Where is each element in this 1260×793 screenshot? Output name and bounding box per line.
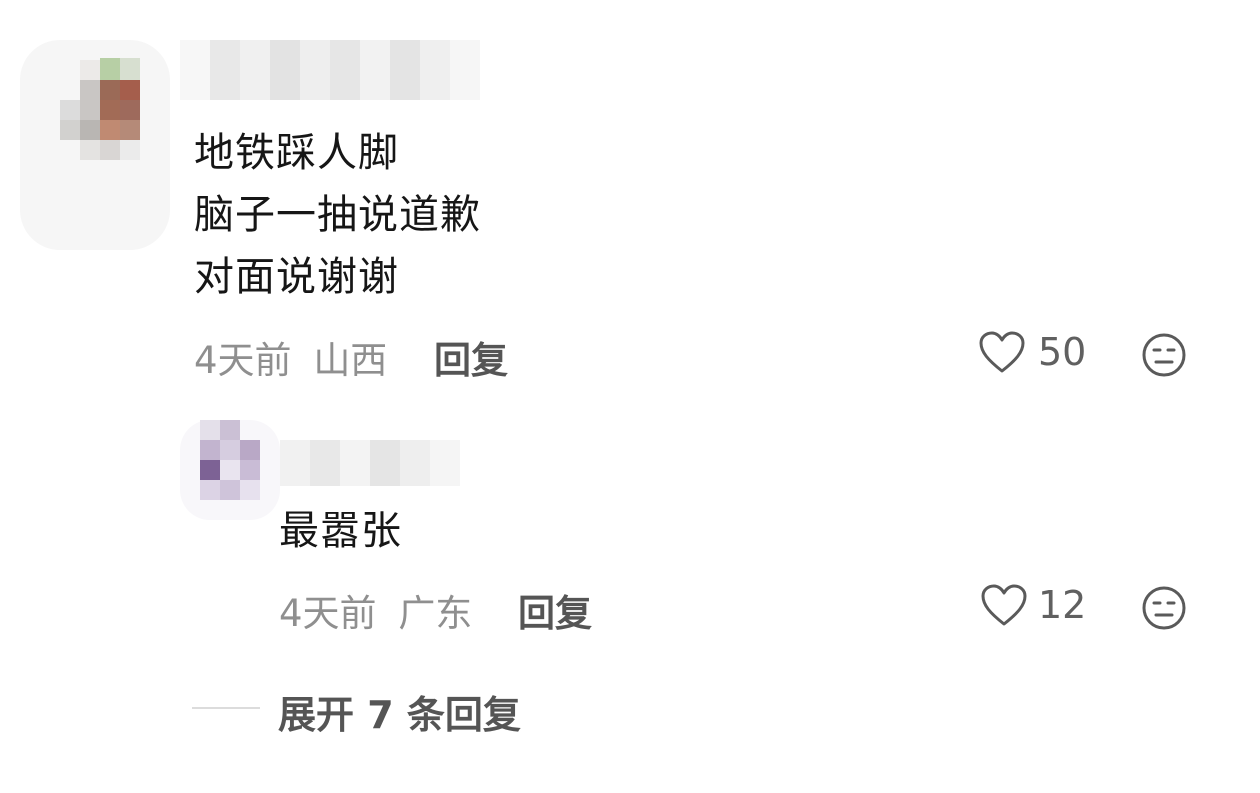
reply-like-button[interactable]: 12: [980, 583, 1086, 627]
expand-divider: [192, 707, 260, 709]
reply-location: 广东: [398, 592, 473, 635]
reply-time: 4天前: [279, 592, 377, 635]
expand-replies-label[interactable]: 展开 7 条回复: [278, 684, 521, 739]
reply-dislike-button[interactable]: [1140, 584, 1188, 632]
comment-location: 山西: [313, 339, 388, 382]
reply-button[interactable]: 回复: [434, 330, 508, 384]
comment-line: 地铁踩人脚: [194, 130, 399, 176]
reply-like-count: 12: [1038, 583, 1087, 627]
comment-body: 地铁踩人脚 脑子一抽说道歉 对面说谢谢: [194, 122, 481, 308]
meh-face-icon: [1142, 586, 1186, 630]
comment-line: 脑子一抽说道歉: [194, 192, 481, 238]
heart-outline-icon: [981, 584, 1027, 626]
like-count: 50: [1038, 330, 1087, 374]
comment-line: 对面说谢谢: [194, 254, 399, 300]
comment-meta: 4天前 山西: [194, 330, 387, 384]
reply-to-reply-button[interactable]: 回复: [518, 583, 592, 637]
reply-body: 最嚣张: [279, 508, 402, 554]
commenter-name-mosaic[interactable]: [180, 40, 480, 100]
like-button[interactable]: 50: [978, 330, 1086, 374]
replier-avatar[interactable]: [180, 415, 280, 525]
reply-meta: 4天前 广东: [279, 583, 472, 637]
heart-outline-icon: [979, 331, 1025, 373]
meh-face-icon: [1142, 333, 1186, 377]
comment-time: 4天前: [194, 339, 292, 382]
replier-name-mosaic[interactable]: [280, 440, 460, 486]
commenter-avatar[interactable]: [20, 40, 170, 250]
dislike-button[interactable]: [1140, 331, 1188, 379]
